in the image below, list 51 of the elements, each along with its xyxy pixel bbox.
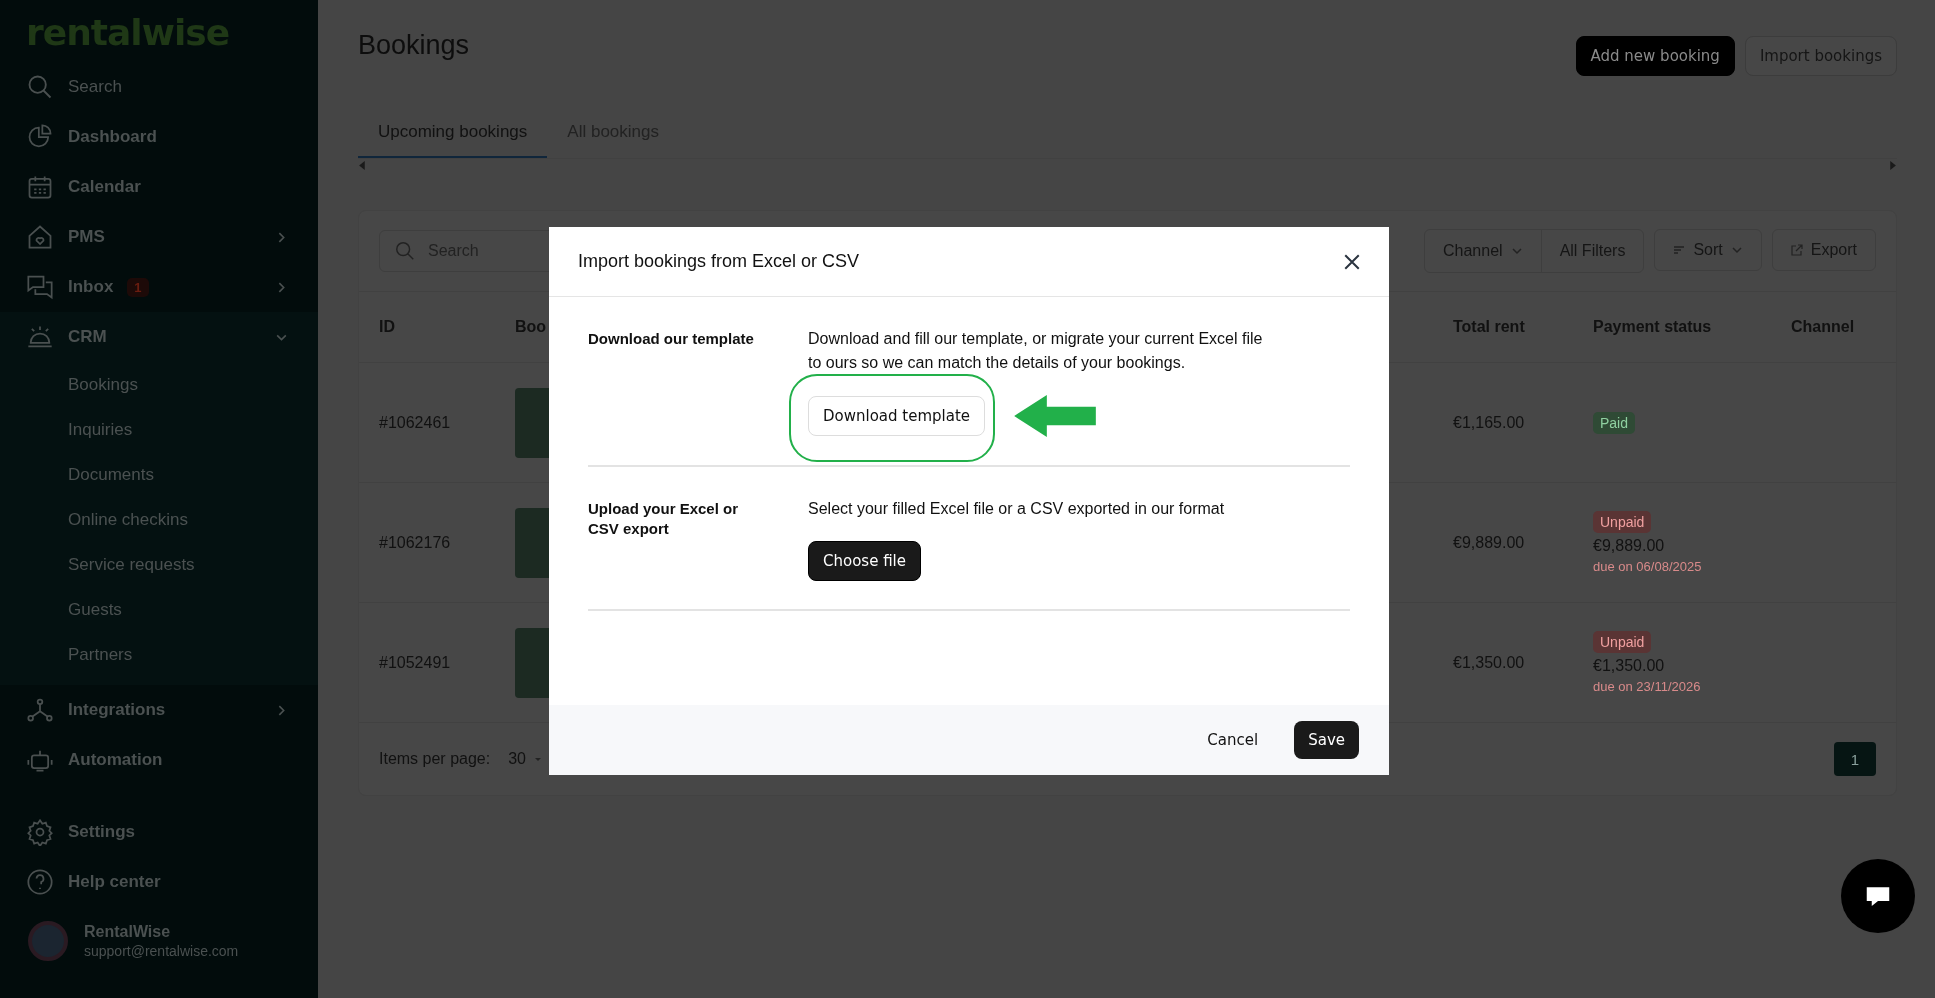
section-description: Download and fill our template, or migrate your current Excel file to ours so we can match the details of your bookings. xyxy=(808,329,1264,373)
user-name: RentalWise xyxy=(84,923,172,941)
page-button[interactable]: 1 xyxy=(1834,742,1876,776)
sidebar-item[interactable]: PMS xyxy=(0,212,318,262)
chevron-down-icon xyxy=(1730,244,1743,256)
search-field[interactable]: Search xyxy=(68,77,122,97)
due-date: due on 06/08/2025 xyxy=(1593,559,1702,574)
status-badge: Unpaid xyxy=(1593,631,1652,653)
sidebar-item[interactable]: CRM xyxy=(0,312,318,362)
house-icon xyxy=(26,223,54,251)
download-template-button[interactable]: Download template xyxy=(808,396,986,436)
search-icon xyxy=(394,240,416,262)
caret-down-icon xyxy=(533,755,542,763)
chevron-down-icon xyxy=(1510,245,1523,257)
sidebar-subitem[interactable]: Partners xyxy=(0,632,318,677)
sidebar-subitem[interactable]: Bookings xyxy=(0,362,318,407)
sidebar-item[interactable]: Settings xyxy=(0,807,318,857)
sidebar-subitem[interactable]: Documents xyxy=(0,452,318,497)
sidebar-item[interactable]: Automation xyxy=(0,735,318,785)
settings-icon xyxy=(26,818,54,846)
user-email: support@rentalwise.com xyxy=(84,943,239,959)
nodes-icon xyxy=(26,696,54,724)
sidebar-item[interactable]: Help center xyxy=(0,857,318,907)
status-badge: Unpaid xyxy=(1593,511,1652,533)
section-heading: Download our template xyxy=(588,329,755,349)
save-button[interactable]: Save xyxy=(1294,721,1359,759)
help-icon xyxy=(26,868,54,896)
sidebar-item[interactable]: Dashboard xyxy=(0,112,318,162)
choose-file-button[interactable]: Choose file xyxy=(808,541,921,581)
section-heading: Upload your Excel or CSV export xyxy=(588,499,740,539)
sidebar-item[interactable]: Calendar xyxy=(0,162,318,212)
sidebar-item[interactable]: Inbox 1 xyxy=(0,262,318,312)
sidebar-subitem[interactable]: Service requests xyxy=(0,542,318,587)
cancel-button[interactable]: Cancel xyxy=(1201,730,1265,750)
sidebar-item[interactable]: Integrations xyxy=(0,685,318,735)
status-badge: Paid xyxy=(1593,411,1636,434)
search-icon xyxy=(26,73,54,101)
sort-icon xyxy=(1673,244,1686,256)
sidebar-subitem[interactable]: Guests xyxy=(0,587,318,632)
add-booking-button[interactable]: Add new booking xyxy=(1575,36,1735,76)
unread-count-badge: 1 xyxy=(127,277,149,297)
due-date: due on 23/11/2026 xyxy=(1593,679,1701,694)
page-title: Bookings xyxy=(358,30,470,61)
section-description: Select your filled Excel file or a CSV exported in our format xyxy=(808,499,1226,519)
chat-icon xyxy=(26,273,54,301)
arrow-icon xyxy=(1013,395,1098,437)
sidebar-subitem[interactable]: Online checkins xyxy=(0,497,318,542)
avatar xyxy=(28,921,68,961)
close-icon xyxy=(1343,252,1361,271)
export-icon xyxy=(1790,244,1803,256)
sidebar-subitem[interactable]: Inquiries xyxy=(0,407,318,452)
